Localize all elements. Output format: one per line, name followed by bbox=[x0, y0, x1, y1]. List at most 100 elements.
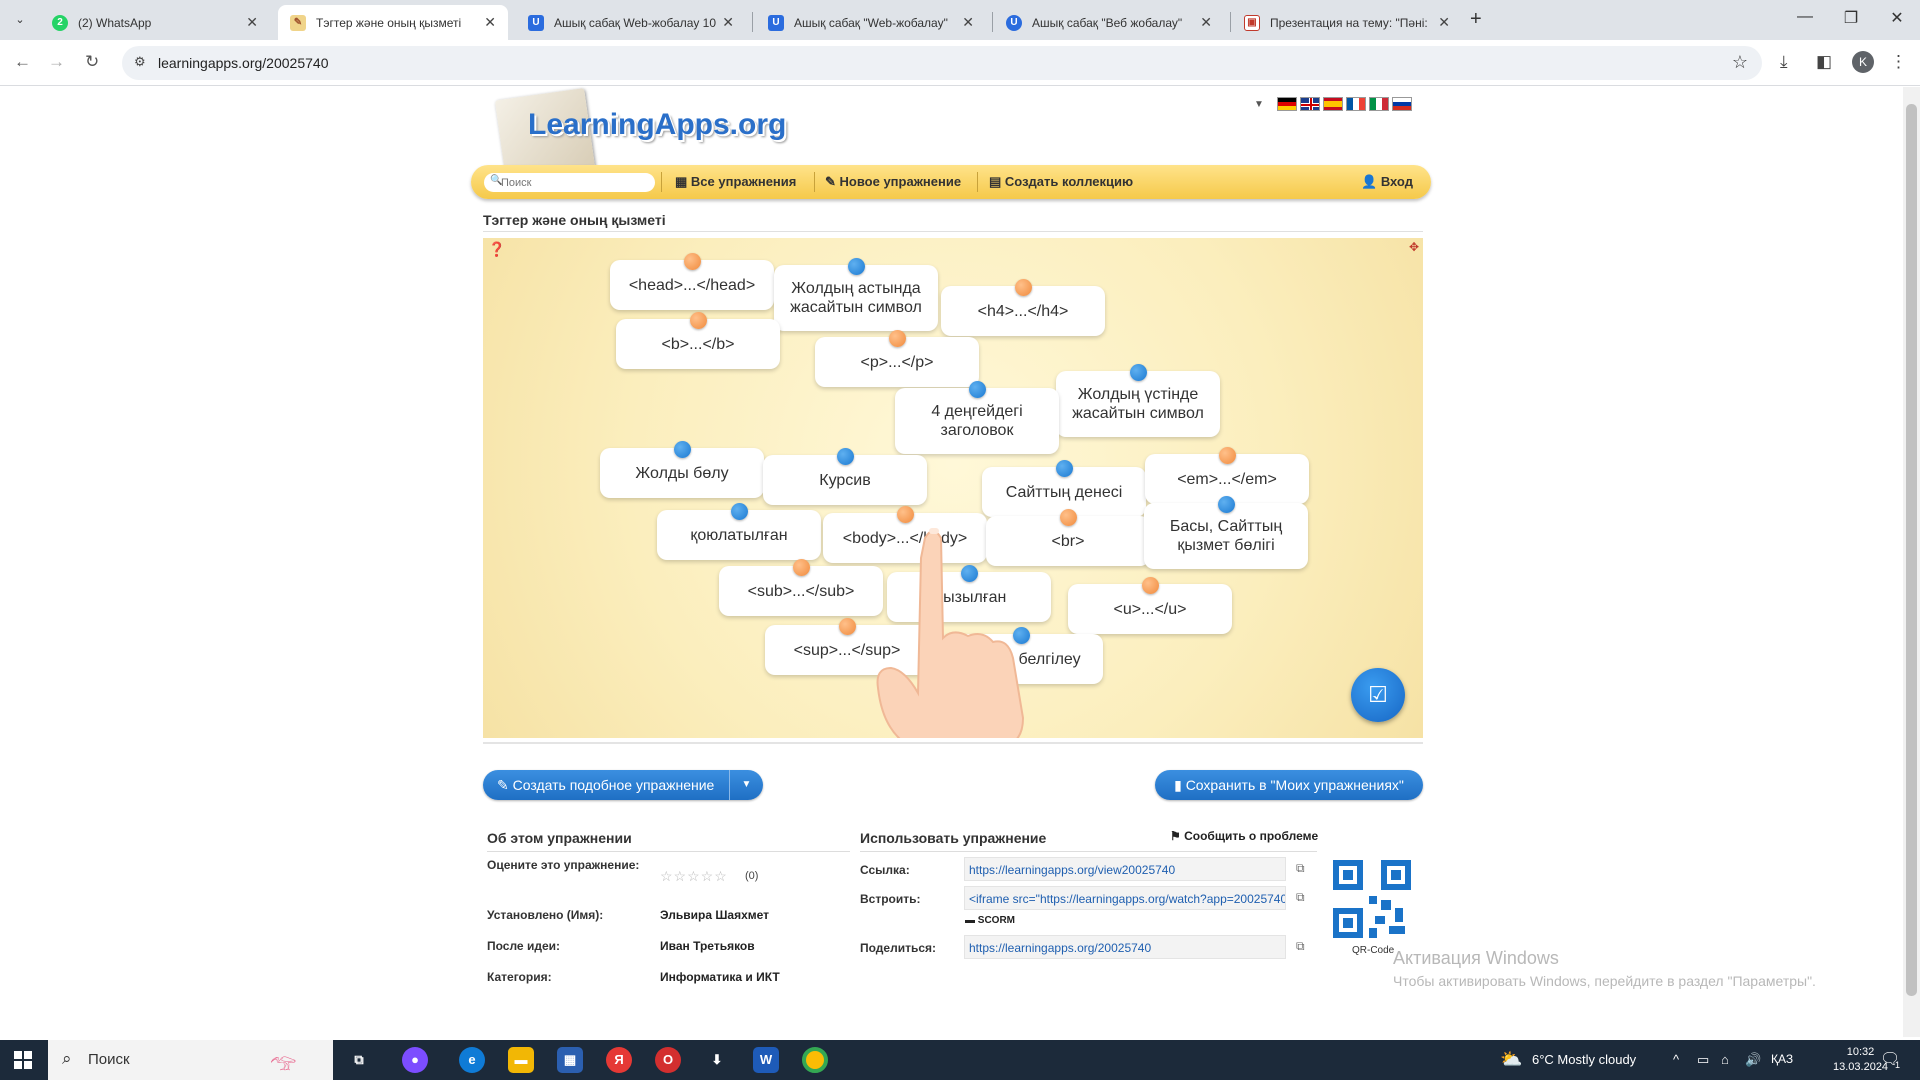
tab-title: (2) WhatsApp bbox=[78, 15, 152, 30]
card-bold-desc[interactable]: қоюлатылған bbox=[657, 503, 821, 560]
forward-icon[interactable]: → bbox=[48, 52, 65, 72]
address-bar[interactable]: ⚙ learningapps.org/20025740 ☆ bbox=[122, 46, 1762, 80]
pencil-icon: ✎ bbox=[825, 174, 840, 189]
search-input[interactable] bbox=[501, 174, 651, 191]
language-selector[interactable]: ▼ bbox=[1254, 97, 1412, 111]
copy-icon[interactable]: ⧉ bbox=[1296, 890, 1305, 905]
card-h4-tag[interactable]: <h4>...</h4> bbox=[941, 279, 1105, 336]
card-text: Басы, Сайттың қызмет бөлігі bbox=[1169, 518, 1283, 554]
show-hidden-icons-icon[interactable]: ^ bbox=[1673, 1052, 1679, 1067]
grid-icon: ▦ bbox=[675, 174, 691, 189]
title-divider bbox=[483, 231, 1423, 232]
weather-text[interactable]: 6°C Mostly cloudy bbox=[1532, 1052, 1636, 1067]
downloads-icon[interactable]: ⤓ bbox=[1780, 52, 1788, 72]
taskbar-search[interactable]: ⌕ Поиск 𓅠 bbox=[48, 1040, 333, 1080]
chrome-icon[interactable] bbox=[802, 1047, 828, 1073]
copy-icon[interactable]: ⧉ bbox=[1296, 939, 1305, 954]
fullscreen-icon[interactable]: ✥ bbox=[1409, 240, 1419, 254]
card-subscript-desc[interactable]: Жолдың астында жасайтын символ bbox=[774, 258, 938, 331]
flag-fr-icon[interactable] bbox=[1345, 97, 1366, 111]
bookmark-star-icon[interactable]: ☆ bbox=[1732, 52, 1748, 73]
close-tab-icon[interactable]: ✕ bbox=[246, 14, 258, 31]
create-similar-button[interactable]: ✎ Создать подобное упражнение ▼ bbox=[483, 770, 763, 800]
check-answers-button[interactable]: ☑ bbox=[1351, 668, 1405, 722]
save-to-my-exercises-button[interactable]: ▮ Сохранить в "Моих упражнениях" bbox=[1155, 770, 1423, 800]
reload-icon[interactable]: ↻ bbox=[85, 52, 99, 72]
card-head-tag[interactable]: <head>...</head> bbox=[610, 253, 774, 310]
close-tab-icon[interactable]: ✕ bbox=[484, 14, 496, 31]
share-field[interactable]: https://learningapps.org/20025740 bbox=[964, 935, 1286, 959]
nav-all-exercises[interactable]: ▦ Все упражнения bbox=[675, 174, 796, 190]
tab-open-lesson-1[interactable]: U Ашық сабақ Web-жобалау 10 ✕ bbox=[516, 5, 746, 40]
scorm-link[interactable]: ▬ SCORM bbox=[965, 915, 1015, 926]
site-info-icon[interactable]: ⚙ bbox=[134, 54, 146, 70]
close-tab-icon[interactable]: ✕ bbox=[1438, 14, 1450, 31]
flag-de-icon[interactable] bbox=[1276, 97, 1297, 111]
app-install-icon[interactable]: ⬇ bbox=[704, 1047, 730, 1073]
task-view-icon[interactable]: ⧉ bbox=[346, 1047, 372, 1073]
exercise-canvas[interactable]: ❓ ✥ <head>...</head> Жолдың астында жаса… bbox=[483, 238, 1423, 738]
meet-now-icon[interactable]: ▭ bbox=[1697, 1052, 1709, 1068]
report-problem-link[interactable]: ⚑ Сообщить о проблеме bbox=[1170, 829, 1318, 843]
card-sub-tag[interactable]: <sub>...</sub> bbox=[719, 559, 883, 616]
card-b-tag[interactable]: <b>...</b> bbox=[616, 312, 780, 369]
side-panel-icon[interactable]: ◧ bbox=[1816, 52, 1832, 72]
flag-it-icon[interactable] bbox=[1368, 97, 1389, 111]
tab-presentation[interactable]: ▣ Презентация на тему: "Пәні: И ✕ bbox=[1232, 5, 1462, 40]
tab-search-icon[interactable]: ⌄ bbox=[10, 10, 30, 30]
embed-field[interactable]: <iframe src="https://learningapps.org/wa… bbox=[964, 886, 1286, 910]
word-icon[interactable]: W bbox=[753, 1047, 779, 1073]
tab-open-lesson-3[interactable]: U Ашық сабақ "Веб жобалау" ✕ bbox=[994, 5, 1224, 40]
card-italic-desc[interactable]: Курсив bbox=[763, 448, 927, 505]
pin-blue-icon bbox=[1218, 496, 1235, 513]
close-tab-icon[interactable]: ✕ bbox=[1200, 14, 1212, 31]
new-tab-icon[interactable]: + bbox=[1470, 8, 1482, 31]
card-superscript-desc[interactable]: Жолдың үстінде жасайтын символ bbox=[1056, 364, 1220, 437]
volume-icon[interactable]: 🔊 bbox=[1745, 1052, 1761, 1068]
card-u-tag[interactable]: <u>...</u> bbox=[1068, 577, 1232, 634]
edge-icon[interactable]: e bbox=[459, 1047, 485, 1073]
flag-gb-icon[interactable] bbox=[1299, 97, 1320, 111]
nav-create-collection[interactable]: ▤ Создать коллекцию bbox=[989, 174, 1133, 190]
store-icon[interactable]: ▦ bbox=[557, 1047, 583, 1073]
copy-icon[interactable]: ⧉ bbox=[1296, 861, 1305, 876]
flag-es-icon[interactable] bbox=[1322, 97, 1343, 111]
minimize-icon[interactable]: — bbox=[1782, 8, 1828, 26]
chevron-down-icon[interactable]: ▼ bbox=[1254, 99, 1264, 110]
chevron-down-icon[interactable]: ▼ bbox=[729, 770, 763, 800]
network-icon[interactable]: ⌂ bbox=[1721, 1052, 1729, 1067]
card-p-tag[interactable]: <p>...</p> bbox=[815, 330, 979, 387]
close-window-icon[interactable]: ✕ bbox=[1874, 8, 1920, 28]
help-icon[interactable]: ❓ bbox=[488, 241, 505, 258]
browser-menu-icon[interactable]: ⋮ bbox=[1890, 52, 1907, 72]
input-language[interactable]: ҚАЗ bbox=[1771, 1052, 1793, 1066]
back-icon[interactable]: ← bbox=[14, 52, 31, 72]
restore-icon[interactable]: ❐ bbox=[1828, 8, 1874, 28]
profile-avatar[interactable]: K bbox=[1852, 51, 1874, 73]
link-field[interactable]: https://learningapps.org/view20025740 bbox=[964, 857, 1286, 881]
address-url[interactable]: learningapps.org/20025740 bbox=[158, 55, 328, 71]
close-tab-icon[interactable]: ✕ bbox=[722, 14, 734, 31]
nav-login[interactable]: 👤 Вход bbox=[1361, 174, 1413, 190]
tab-whatsapp[interactable]: 2 (2) WhatsApp ✕ bbox=[40, 5, 270, 40]
card-text: Жолдың астында жасайтын символ bbox=[790, 280, 922, 316]
card-line-break-desc[interactable]: Жолды бөлу bbox=[600, 441, 764, 498]
alice-assistant-icon[interactable]: ● bbox=[402, 1047, 428, 1073]
tab-open-lesson-2[interactable]: U Ашық сабақ "Web-жобалау" ✕ bbox=[756, 5, 986, 40]
about-title: Об этом упражнении bbox=[487, 830, 632, 846]
rating-stars[interactable]: ☆☆☆☆☆ bbox=[660, 868, 728, 885]
scrollbar-thumb[interactable] bbox=[1906, 104, 1917, 996]
close-tab-icon[interactable]: ✕ bbox=[962, 14, 974, 31]
nav-new-exercise[interactable]: ✎ Новое упражнение bbox=[825, 174, 961, 190]
search-field[interactable]: 🔍 bbox=[484, 173, 655, 192]
file-explorer-icon[interactable]: ▬ bbox=[508, 1047, 534, 1073]
yandex-icon[interactable]: Я bbox=[606, 1047, 632, 1073]
card-head-desc[interactable]: Басы, Сайттың қызмет бөлігі bbox=[1144, 496, 1308, 569]
site-logo[interactable]: LearningApps.org bbox=[528, 108, 786, 142]
tab-learningapps[interactable]: ✎ Тэгтер және оның қызметі ✕ bbox=[278, 5, 508, 40]
qr-code-icon[interactable] bbox=[1333, 860, 1411, 938]
flag-ru-icon[interactable] bbox=[1391, 97, 1412, 111]
card-heading4-desc[interactable]: 4 деңгейдегі заголовок bbox=[895, 381, 1059, 454]
windows-start-icon[interactable] bbox=[14, 1051, 32, 1069]
opera-icon[interactable]: O bbox=[655, 1047, 681, 1073]
